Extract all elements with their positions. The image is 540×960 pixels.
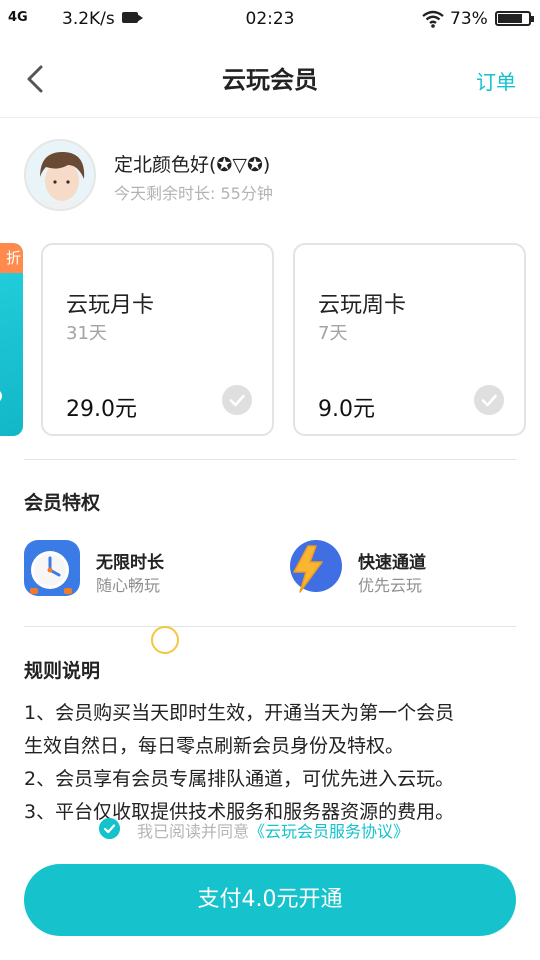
discount-tag: 折	[0, 243, 23, 273]
lightning-icon	[290, 540, 342, 593]
plan-price: 29.0元	[66, 397, 137, 422]
divider	[24, 459, 516, 460]
privilege-subtitle: 优先云玩	[358, 576, 423, 595]
check-icon	[474, 385, 504, 415]
plan-card-partial[interactable]: 折	[0, 243, 23, 436]
remaining-time: 今天剩余时长: 55分钟	[114, 184, 273, 203]
agreement-link[interactable]: 《云玩会员服务协议》	[249, 822, 409, 841]
battery-percent: 73%	[450, 9, 488, 29]
plan-card-monthly[interactable]: 云玩月卡 31天 29.0元	[41, 243, 274, 436]
privilege-title: 无限时长	[96, 553, 164, 573]
plan-duration: 7天	[318, 323, 348, 344]
agreement-label: 我已阅读并同意	[137, 822, 250, 841]
battery-icon	[495, 11, 534, 26]
order-button[interactable]: 订单	[476, 66, 516, 95]
rule-text: 1、会员购买当天即时生效，开通当天为第一个会员	[24, 702, 455, 724]
plan-price: 9.0元	[318, 397, 375, 422]
rule-text: 生效自然日，每日零点刷新会员身份及特权。	[24, 735, 405, 757]
rules-title: 规则说明	[24, 660, 101, 682]
privilege-subtitle: 随心畅玩	[96, 576, 161, 595]
wifi-icon	[422, 10, 444, 28]
plan-name: 云玩周卡	[318, 293, 407, 318]
plan-name: 云玩月卡	[66, 293, 155, 318]
loading-indicator	[151, 626, 179, 654]
pay-button[interactable]: 支付4.0元开通	[24, 864, 516, 936]
page-title: 云玩会员	[222, 66, 318, 94]
check-icon	[0, 389, 2, 403]
clock-icon	[24, 540, 80, 596]
rule-text: 2、会员享有会员专属排队通道，可优先进入云玩。	[24, 768, 455, 790]
status-bar: 4G 3.2K/s 02:23 73%	[0, 0, 540, 38]
agree-checkbox[interactable]	[99, 818, 120, 839]
divider	[24, 626, 516, 627]
avatar[interactable]	[24, 139, 96, 211]
agreement-text: 我已阅读并同意《云玩会员服务协议》	[137, 818, 409, 842]
check-icon	[222, 385, 252, 415]
avatar-illustration-icon	[26, 141, 94, 209]
privileges-title: 会员特权	[24, 492, 101, 514]
plan-duration: 31天	[66, 323, 107, 344]
privilege-title: 快速通道	[358, 553, 426, 573]
header: 云玩会员 订单	[0, 40, 540, 118]
plan-card-weekly[interactable]: 云玩周卡 7天 9.0元	[293, 243, 526, 436]
user-name: 定北颜色好(✪▽✪)	[114, 154, 271, 176]
